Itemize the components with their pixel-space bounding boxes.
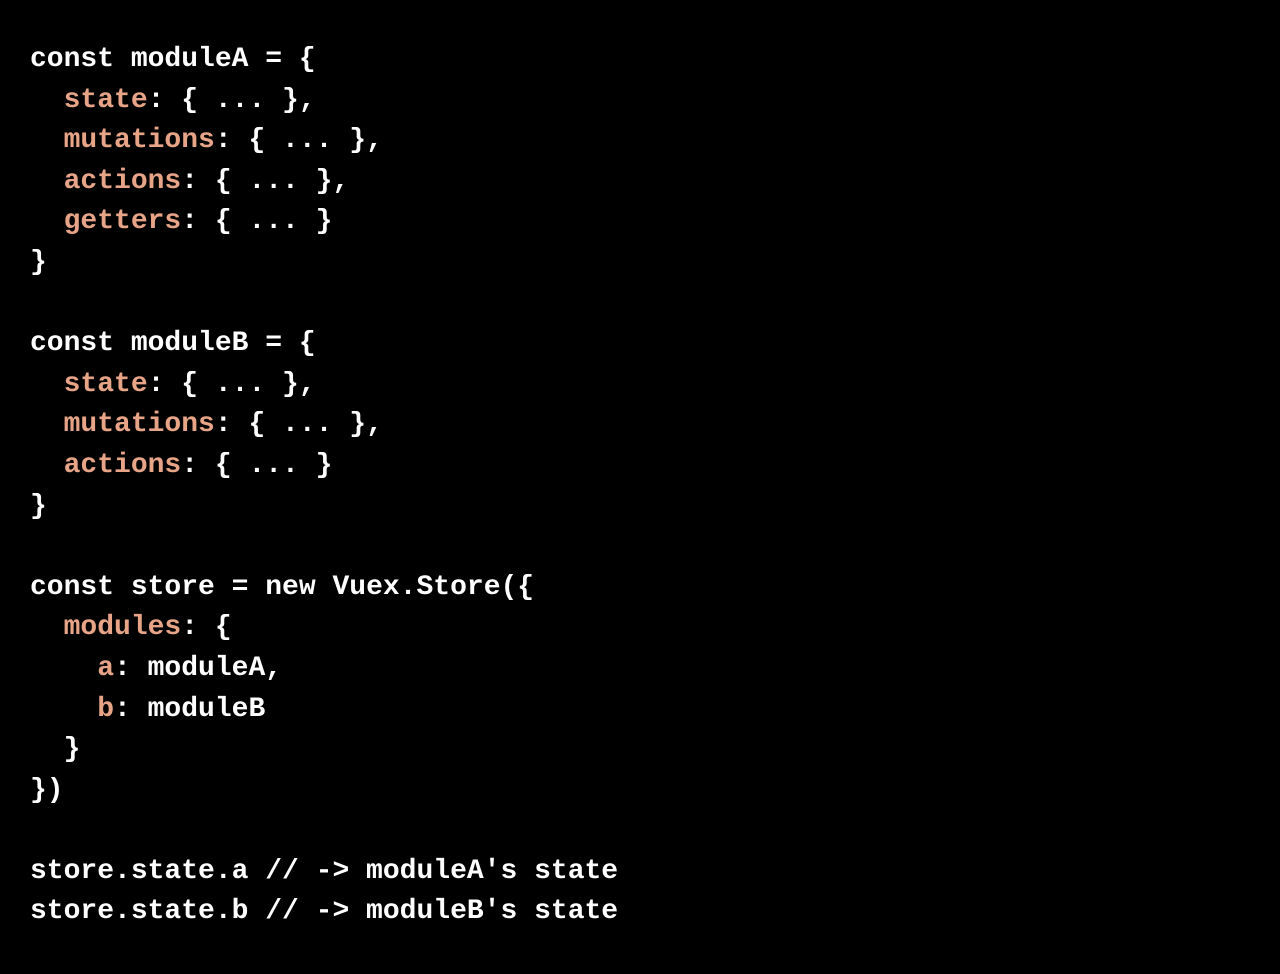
- code-text: moduleB = {: [114, 328, 316, 359]
- keyword-const: const: [30, 328, 114, 359]
- code-line-4: actions: { ... },: [30, 162, 1250, 203]
- code-line-16: a: moduleA,: [30, 649, 1250, 690]
- code-text: }: [30, 247, 47, 278]
- code-line-13: [30, 527, 1250, 568]
- code-text: Vuex.Store({: [316, 572, 534, 603]
- code-text: store =: [114, 572, 265, 603]
- code-text: store.state.a // -> moduleA's state: [30, 856, 618, 887]
- code-line-3: mutations: { ... },: [30, 121, 1250, 162]
- keyword-const: const: [30, 572, 114, 603]
- code-line-15: modules: {: [30, 608, 1250, 649]
- property-modules: modules: [30, 612, 181, 643]
- code-line-11: actions: { ... }: [30, 446, 1250, 487]
- code-line-17: b: moduleB: [30, 690, 1250, 731]
- code-text: store.state.b // -> moduleB's state: [30, 896, 618, 927]
- code-text: }): [30, 775, 64, 806]
- code-line-12: }: [30, 487, 1250, 528]
- code-text: : moduleB: [114, 694, 265, 725]
- property-actions: actions: [30, 166, 181, 197]
- property-mutations: mutations: [30, 409, 215, 440]
- code-text: moduleA = {: [114, 44, 316, 75]
- keyword-const: const: [30, 44, 114, 75]
- code-text: : { ... },: [215, 409, 383, 440]
- code-line-8: const moduleB = {: [30, 324, 1250, 365]
- property-state: state: [30, 85, 148, 116]
- code-line-1: const moduleA = {: [30, 40, 1250, 81]
- code-line-5: getters: { ... }: [30, 202, 1250, 243]
- code-line-7: [30, 284, 1250, 325]
- code-block: const moduleA = { state: { ... }, mutati…: [30, 40, 1250, 933]
- code-text: : { ... },: [148, 85, 316, 116]
- code-line-19: }): [30, 771, 1250, 812]
- code-line-18: }: [30, 730, 1250, 771]
- code-line-21: store.state.a // -> moduleA's state: [30, 852, 1250, 893]
- code-text: : { ... },: [181, 166, 349, 197]
- code-text: : { ... },: [148, 369, 316, 400]
- property-actions: actions: [30, 450, 181, 481]
- code-text: : moduleA,: [114, 653, 282, 684]
- code-line-22: store.state.b // -> moduleB's state: [30, 892, 1250, 933]
- property-mutations: mutations: [30, 125, 215, 156]
- property-getters: getters: [30, 206, 181, 237]
- code-text: : { ... },: [215, 125, 383, 156]
- property-b: b: [30, 694, 114, 725]
- property-a: a: [30, 653, 114, 684]
- keyword-new: new: [265, 572, 315, 603]
- code-text: : {: [181, 612, 231, 643]
- code-line-10: mutations: { ... },: [30, 405, 1250, 446]
- property-state: state: [30, 369, 148, 400]
- code-line-2: state: { ... },: [30, 81, 1250, 122]
- code-text: : { ... }: [181, 206, 332, 237]
- code-line-6: }: [30, 243, 1250, 284]
- code-text: }: [30, 734, 80, 765]
- code-line-14: const store = new Vuex.Store({: [30, 568, 1250, 609]
- code-line-20: [30, 811, 1250, 852]
- code-text: : { ... }: [181, 450, 332, 481]
- code-text: }: [30, 491, 47, 522]
- code-line-9: state: { ... },: [30, 365, 1250, 406]
